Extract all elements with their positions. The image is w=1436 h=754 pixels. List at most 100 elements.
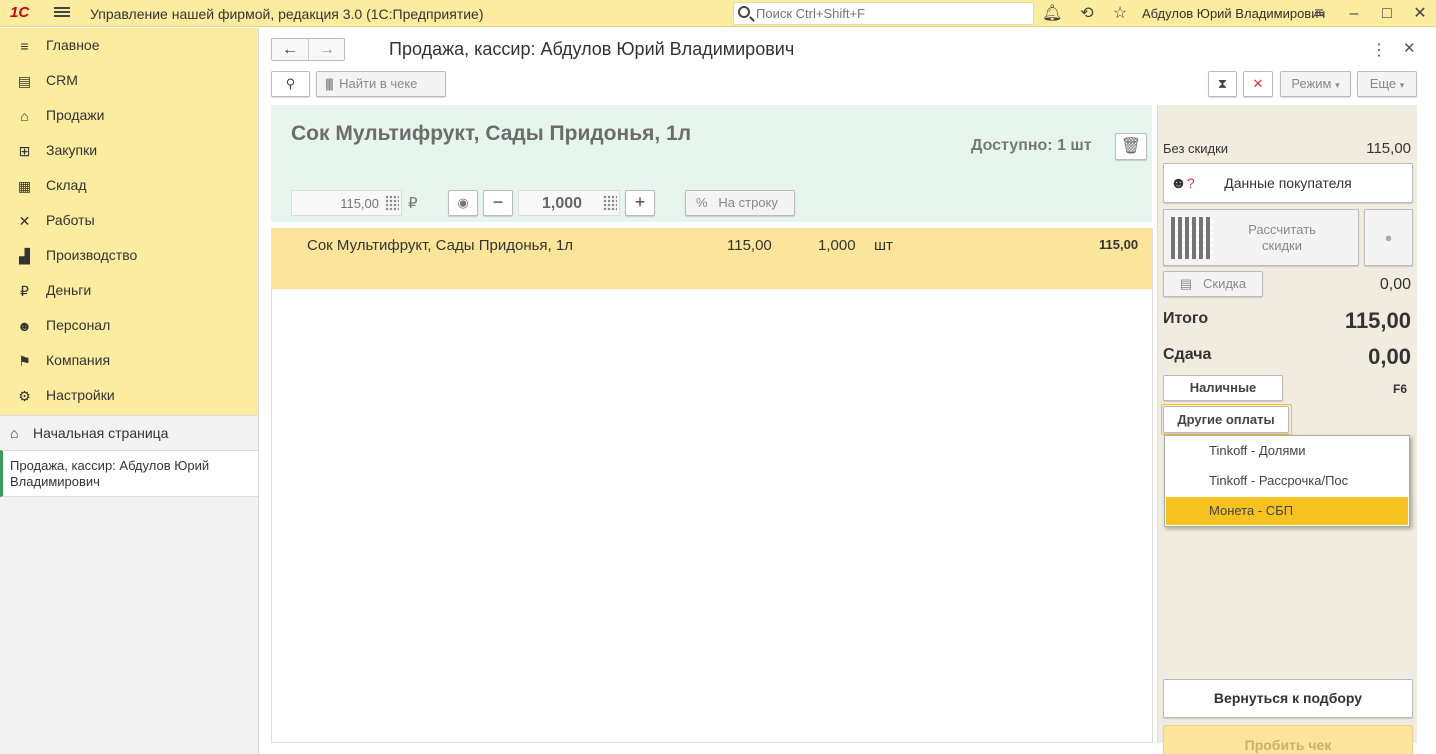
dropdown-item-moneta-sbp[interactable]: Монета - СБП [1166, 497, 1408, 525]
product-name: Сок Мультифрукт, Сады Придонья, 1л [291, 122, 692, 145]
price-field[interactable]: 115,00 [291, 190, 402, 216]
view-button[interactable]: ◉ [448, 190, 478, 216]
sidebar-item-label: Настройки [46, 387, 115, 403]
find-in-receipt-button[interactable]: ||||| Найти в чеке [316, 71, 446, 97]
search-button[interactable]: ⚲ [271, 71, 310, 97]
hourglass-button[interactable]: ⧗ [1208, 71, 1237, 97]
home-page-link[interactable]: ⌂ Начальная страница [0, 415, 258, 450]
close-window-icon[interactable]: ✕ [1410, 4, 1430, 24]
gear-icon: ⚙ [18, 388, 31, 404]
sidebar-item[interactable]: ₽ Деньги [0, 273, 258, 308]
sidebar-item[interactable]: ▤ CRM [0, 63, 258, 98]
cash-label: Наличные [1189, 380, 1257, 395]
dropdown-item-label: Tinkoff - Рассрочка/Пос [1209, 473, 1349, 488]
no-discount-label: Без скидки [1163, 141, 1229, 156]
calc-discounts-label: Рассчитать скидки [1248, 222, 1316, 253]
eye-icon: ◉ [457, 195, 469, 210]
nav-buttons: ← → [271, 38, 345, 61]
change-label: Сдача [1163, 346, 1212, 363]
discount-label: Скидка [1203, 276, 1247, 291]
open-window-item[interactable]: Продажа, кассир: Абдулов Юрий Владимиров… [0, 450, 258, 497]
sidebar-item[interactable]: ✕ Работы [0, 203, 258, 238]
row-sum: 115,00 [1099, 237, 1139, 252]
cart-icon: ⊞ [18, 143, 31, 159]
other-payments-label: Другие оплаты [1177, 412, 1275, 427]
discount-button[interactable]: ▤ Скидка [1163, 271, 1263, 297]
row-unit: шт [874, 237, 893, 254]
payment-panel: Без скидки 115,00 ☻? Данные покупателя Р… [1157, 105, 1417, 754]
search-input[interactable] [756, 4, 1026, 23]
print-receipt-button[interactable]: Пробить чек [1163, 725, 1413, 754]
form-title: Продажа, кассир: Абдулов Юрий Владимиров… [389, 39, 795, 59]
print-receipt-label: Пробить чек [1244, 737, 1332, 753]
change-value: 0,00 [1368, 344, 1411, 369]
app-title: Управление нашей фирмой, редакция 3.0 (1… [90, 6, 484, 22]
flag-icon: ⚑ [18, 353, 31, 369]
dropdown-item-tinkoff-rassrochka[interactable]: Tinkoff - Рассрочка/Пос [1166, 467, 1408, 495]
price-value: 115,00 [340, 196, 379, 211]
bell-icon[interactable]: 🔔︎ [1042, 4, 1062, 24]
maximize-icon[interactable]: □ [1377, 4, 1397, 24]
cancel-receipt-button[interactable]: ✕ [1243, 71, 1273, 97]
per-line-discount-button[interactable]: % На строку [685, 190, 795, 216]
sidebar-item-label: Работы [46, 212, 95, 228]
sidebar-item[interactable]: ⌂ Продажи [0, 98, 258, 133]
other-payments-button[interactable]: Другие оплаты [1163, 406, 1289, 433]
available-quantity: Доступно: 1 шт [971, 137, 1092, 154]
user-name[interactable]: Абдулов Юрий Владимирович [1142, 6, 1325, 21]
global-search[interactable] [733, 2, 1034, 25]
back-to-selection-button[interactable]: Вернуться к подбору [1163, 679, 1413, 718]
percent-icon: % [696, 195, 708, 210]
no-discount-value: 115,00 [1366, 140, 1411, 157]
sidebar-item-label: Персонал [46, 317, 111, 333]
table-row[interactable]: Сок Мультифрукт, Сады Придонья, 1л 115,0… [271, 228, 1152, 289]
dropdown-item-tinkoff-dolyami[interactable]: Tinkoff - Долями [1166, 437, 1408, 465]
sidebar-item[interactable]: ⚑ Компания [0, 343, 258, 378]
sidebar-item[interactable]: ⊞ Закупки [0, 133, 258, 168]
settings-menu-icon[interactable]: ≡ [1309, 4, 1329, 24]
calc-discounts-button[interactable]: Рассчитать скидки [1163, 209, 1359, 266]
decrease-qty-button[interactable]: − [483, 190, 513, 216]
minimize-icon[interactable]: – [1344, 4, 1364, 24]
sidebar-item[interactable]: ⚙ Настройки [0, 378, 258, 413]
forward-arrow-icon[interactable]: → [309, 40, 345, 60]
more-actions-icon[interactable]: ⋮ [1371, 40, 1387, 60]
home-icon: ⌂ [10, 425, 19, 441]
open-window-label: Продажа, кассир: Абдулов Юрий Владимиров… [10, 458, 210, 489]
keypad-icon[interactable] [603, 195, 617, 211]
home-label: Начальная страница [33, 425, 169, 441]
sidebar-item[interactable]: ≡ Главное [0, 28, 258, 63]
delete-button[interactable]: 🗑︎ [1115, 133, 1147, 160]
find-in-receipt-label: Найти в чеке [339, 76, 418, 91]
sidebar-item-label: Деньги [46, 282, 92, 298]
search-icon: ⚲ [285, 76, 296, 91]
quantity-field[interactable]: 1,000 [518, 190, 620, 216]
sidebar-item[interactable]: ▦ Склад [0, 168, 258, 203]
per-line-label: На строку [718, 195, 778, 210]
chevron-down-icon: ▾ [1335, 80, 1340, 90]
keypad-icon[interactable] [385, 195, 399, 211]
sidebar-item-label: CRM [46, 72, 78, 88]
people-icon: ☻ [17, 318, 32, 334]
card-button[interactable]: ● [1364, 209, 1413, 266]
history-icon[interactable]: ⟲ [1077, 4, 1097, 24]
sidebar-item[interactable]: ▟ Производство [0, 238, 258, 273]
mode-button[interactable]: Режим ▾ [1280, 71, 1351, 97]
back-arrow-icon[interactable]: ← [272, 40, 308, 60]
sidebar-item-label: Продажи [46, 107, 105, 123]
sidebar-item-label: Главное [46, 37, 100, 53]
main-menu-icon[interactable] [54, 5, 70, 21]
hourglass-icon: ⧗ [1217, 76, 1228, 91]
total-value: 115,00 [1344, 308, 1411, 333]
star-icon[interactable]: ☆ [1110, 4, 1130, 24]
dropdown-item-label: Tinkoff - Долями [1209, 443, 1306, 458]
chevron-down-icon: ▾ [1399, 80, 1405, 90]
increase-qty-button[interactable]: + [625, 190, 655, 216]
more-button[interactable]: Еще ▾ [1357, 71, 1417, 97]
app-logo[interactable]: 1С [10, 4, 29, 21]
close-form-icon[interactable]: ✕ [1403, 39, 1416, 57]
menu-list-icon: ≡ [20, 38, 29, 54]
cash-button[interactable]: Наличные [1163, 375, 1283, 401]
sidebar-item[interactable]: ☻ Персонал [0, 308, 258, 343]
customer-data-button[interactable]: ☻? Данные покупателя [1163, 163, 1413, 203]
